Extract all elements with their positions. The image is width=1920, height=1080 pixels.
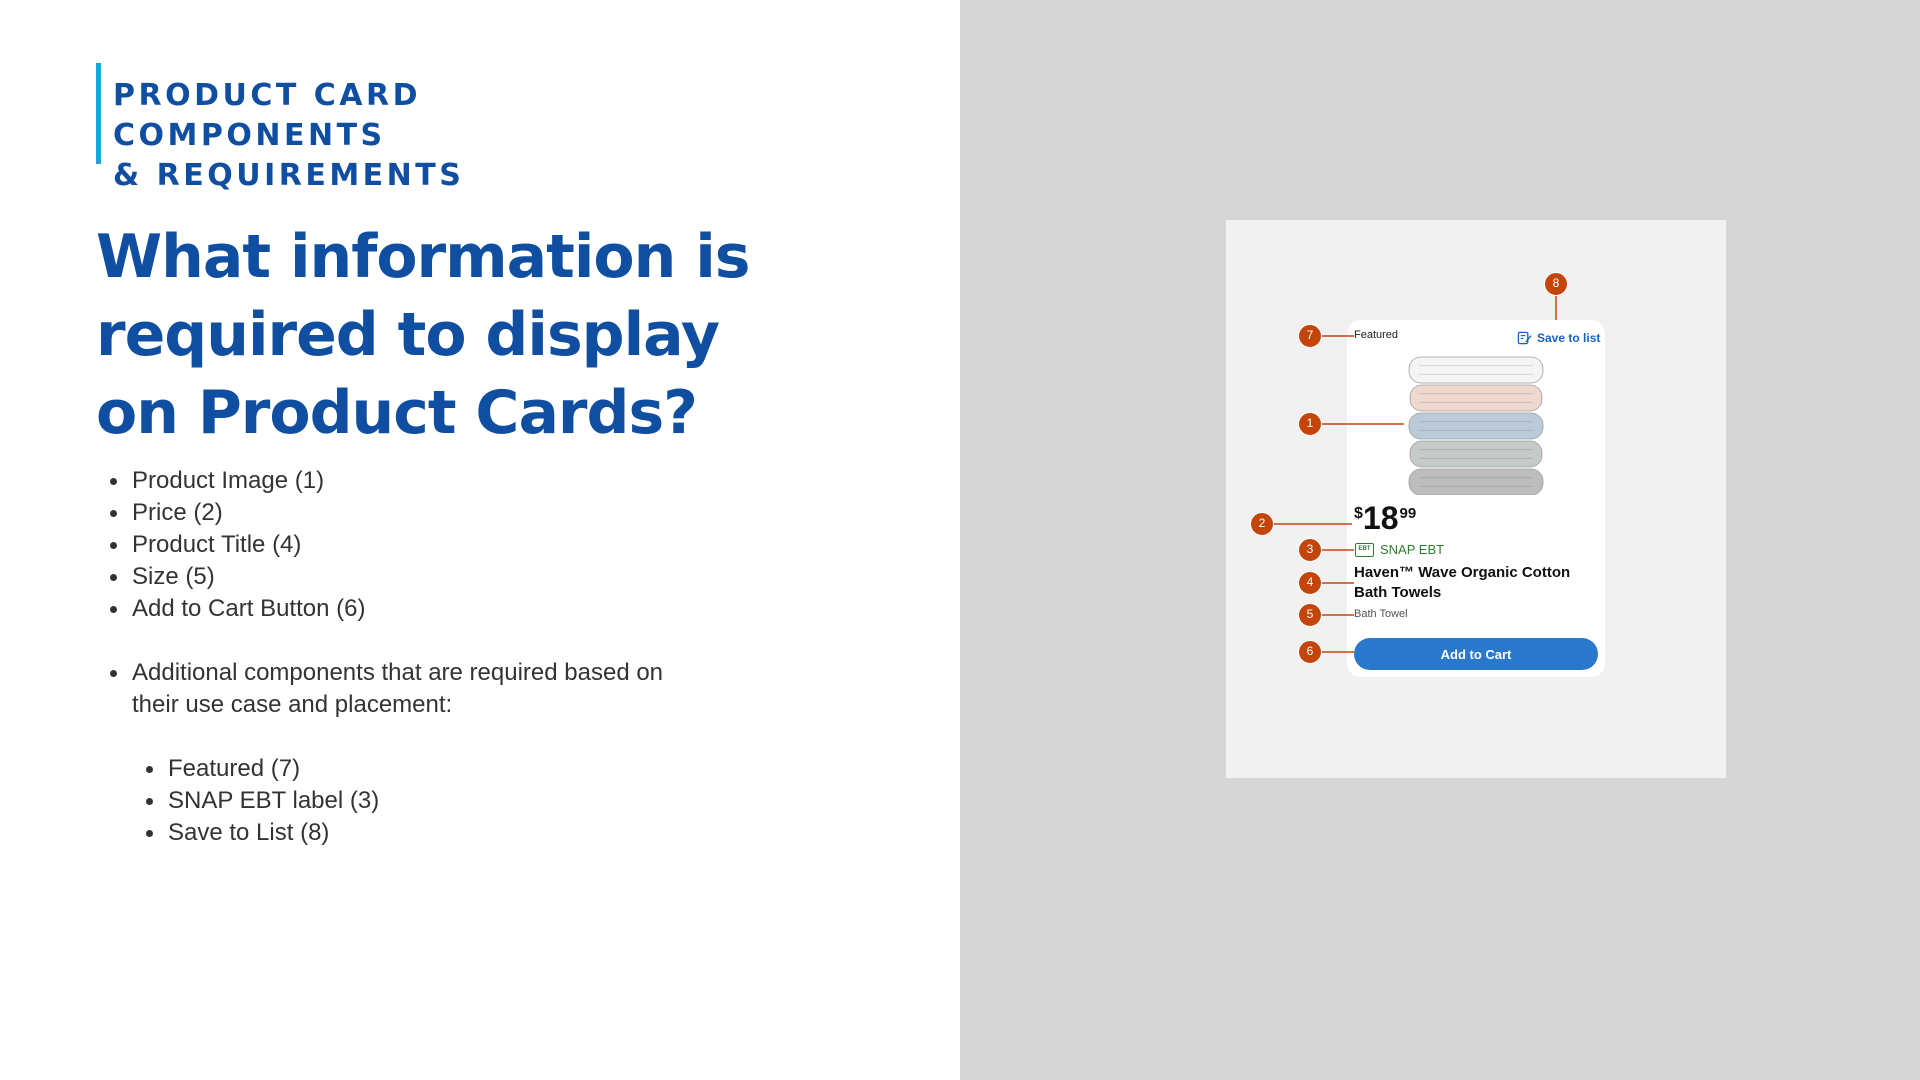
towel-layer [1408, 468, 1544, 495]
product-title[interactable]: Haven™ Wave Organic Cotton Bath Towels [1354, 563, 1594, 603]
sub-list-item-text: Save to List (8) [168, 819, 330, 846]
left-panel: PRODUCT CARD COMPONENTS & REQUIREMENTS W… [0, 0, 960, 1080]
towel-layer [1408, 412, 1544, 440]
snap-ebt-label: EBT SNAP EBT [1355, 542, 1444, 557]
eyebrow-line-2: & REQUIREMENTS [113, 158, 465, 193]
product-price: $ 18 99 [1354, 500, 1416, 536]
price-currency: $ [1354, 505, 1363, 522]
list-item: Price (2) [110, 497, 730, 529]
price-dollars: 18 [1362, 500, 1399, 536]
section-eyebrow: PRODUCT CARD COMPONENTS & REQUIREMENTS [96, 63, 696, 193]
save-to-list-button[interactable]: Save to list [1517, 330, 1600, 345]
price-cents: 99 [1399, 505, 1417, 522]
product-size: Bath Towel [1354, 608, 1408, 620]
callout-marker-4: 4 [1298, 571, 1322, 595]
towel-layer [1409, 440, 1543, 468]
callout-marker-3: 3 [1298, 538, 1322, 562]
add-to-cart-button[interactable]: Add to Cart [1354, 638, 1598, 670]
requirements-list: Product Image (1) Price (2) Product Titl… [110, 465, 730, 849]
towel-layer [1409, 384, 1543, 412]
featured-label: Featured [1354, 329, 1399, 341]
sub-list-item-text: Featured (7) [168, 755, 301, 782]
ebt-card-icon: EBT [1355, 542, 1374, 557]
sub-list-item: Featured (7) [110, 753, 730, 785]
slide-heading: What information is required to display … [96, 222, 751, 448]
callout-marker-8: 8 [1544, 272, 1568, 296]
towel-layer [1408, 356, 1544, 384]
callout-marker-7: 7 [1298, 324, 1322, 348]
list-item: Product Title (4) [110, 529, 730, 561]
list-item: Add to Cart Button (6) [110, 593, 730, 625]
list-item-additional-intro: Additional components that are required … [110, 657, 670, 721]
list-item: Product Image (1) [110, 465, 730, 497]
snap-ebt-text: SNAP EBT [1380, 542, 1445, 557]
product-image[interactable] [1405, 355, 1547, 495]
edit-list-icon [1517, 331, 1532, 345]
eyebrow-line-1: PRODUCT CARD COMPONENTS [113, 78, 422, 153]
save-to-list-label: Save to list [1537, 330, 1601, 345]
callout-marker-2: 2 [1250, 512, 1274, 536]
sub-list-item-text: SNAP EBT label (3) [168, 787, 380, 814]
sub-list-item: Save to List (8) [110, 817, 730, 849]
sub-list-item: SNAP EBT label (3) [110, 785, 730, 817]
list-item: Size (5) [110, 561, 730, 593]
callout-marker-6: 6 [1298, 640, 1322, 664]
callout-marker-1: 1 [1298, 412, 1322, 436]
callout-marker-5: 5 [1298, 603, 1322, 627]
